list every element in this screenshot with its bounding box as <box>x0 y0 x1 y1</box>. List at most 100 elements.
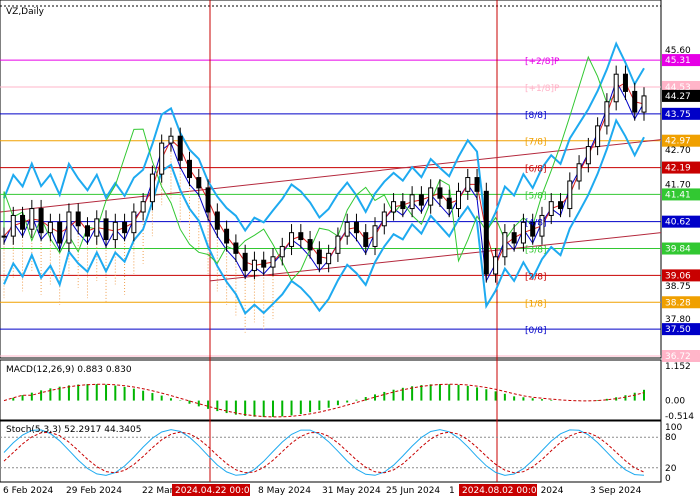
stoch-tick-label: 20 <box>665 464 677 474</box>
candle-body <box>242 252 248 272</box>
candle-body <box>400 201 406 210</box>
price-tick-label: 45.60 <box>665 46 691 56</box>
candle-body <box>94 218 100 237</box>
candle-body <box>112 221 118 241</box>
level-tag-text: 39.84 <box>665 245 691 255</box>
level-tag-text: 37.50 <box>665 325 691 335</box>
level-tag-text: 38.28 <box>665 298 691 308</box>
candle-body <box>604 101 610 127</box>
candle-body <box>446 197 452 210</box>
candle-body <box>205 187 211 213</box>
stoch-tick-label: 0 <box>665 474 671 484</box>
candle-body <box>261 259 267 268</box>
candle-body <box>558 201 564 210</box>
candle-body <box>493 256 499 275</box>
candle-body <box>437 187 443 199</box>
candle-body <box>335 235 341 254</box>
candle-body <box>270 256 276 268</box>
candle-body <box>548 201 554 216</box>
candle-body <box>149 173 155 203</box>
candle-body <box>214 211 220 230</box>
level-tag-text: 40.62 <box>665 218 691 228</box>
candle-body <box>57 221 63 244</box>
candle-body <box>38 208 44 234</box>
candle-body <box>474 177 480 192</box>
candle-body <box>622 73 628 92</box>
x-tick-label: 1 <box>449 486 455 496</box>
level-tag-text: 41.41 <box>665 190 691 200</box>
chart-canvas: [+2/8]P [+1/8]P [8/8] [7/8] [6/8] [5/8] [4/8] [… <box>0 0 700 496</box>
murray-label: [+2/8]P <box>525 57 560 67</box>
macd-tick-label: -0.514 <box>665 412 694 422</box>
murray-label: [2/8] <box>525 272 547 282</box>
level-tag-text: 45.31 <box>665 56 691 66</box>
price-tick-label: 38.75 <box>665 282 691 292</box>
candle-body <box>585 146 591 165</box>
murray-label: [5/8] <box>525 191 547 201</box>
x-tick-label: 6 Feb 2024 <box>3 486 54 496</box>
level-tag-text: 39.06 <box>665 271 691 281</box>
stoch-tick-label: 100 <box>665 423 682 433</box>
macd-label: MACD(12,26,9) 0.883 0.830 <box>6 365 132 375</box>
candle-body <box>103 218 109 241</box>
marker-date-text: 2024.08.02 00:00 <box>462 486 543 496</box>
candle-body <box>641 95 647 113</box>
murray-label: [3/8] <box>525 246 547 256</box>
candle-body <box>177 135 183 161</box>
candle-body <box>298 232 304 241</box>
candle-body <box>47 221 53 234</box>
candle-body <box>279 245 285 258</box>
candle-body <box>251 259 257 272</box>
candle-body <box>595 125 601 148</box>
level-tag-text: 44.27 <box>665 92 691 102</box>
candle-body <box>20 214 26 230</box>
level-tag-text: 42.19 <box>665 164 691 174</box>
murray-label: [+1/8]P <box>525 84 560 94</box>
chart-root: [+2/8]P [+1/8]P [8/8] [7/8] [6/8] [5/8] [4/8] [… <box>0 0 700 500</box>
candle-body <box>233 242 239 254</box>
candle-body <box>483 190 489 275</box>
x-tick-label: 8 May 2024 <box>258 486 311 496</box>
price-tick-label: 41.70 <box>665 180 691 190</box>
candle-body <box>289 232 295 247</box>
candle-body <box>187 159 193 179</box>
macd-tick-label: 1.152 <box>665 362 691 372</box>
candle-body <box>363 232 369 247</box>
x-tick-label: 3 Sep 2024 <box>590 486 642 496</box>
candle-body <box>391 201 397 213</box>
murray-label: [1/8] <box>525 299 547 309</box>
x-tick-label: 31 May 2024 <box>322 486 381 496</box>
price-tick-label: 42.70 <box>665 146 691 156</box>
murray-label: [4/8] <box>525 219 547 229</box>
candle-body <box>465 177 471 192</box>
x-tick-label: 25 Jun 2024 <box>386 486 440 496</box>
candle-body <box>353 221 359 234</box>
level-tag-text: 43.75 <box>665 110 691 120</box>
candle-body <box>159 142 165 175</box>
murray-label: [6/8] <box>525 165 547 175</box>
candle-body <box>613 73 619 103</box>
symbol-label: VZ,Daily <box>6 7 45 17</box>
candle-body <box>502 232 508 258</box>
x-tick-label: 29 Feb 2024 <box>66 486 122 496</box>
candle-body <box>418 194 424 206</box>
candle-body <box>66 211 72 244</box>
candle-body <box>372 225 378 247</box>
candle-body <box>75 211 81 227</box>
candle-body <box>122 221 128 234</box>
candle-body <box>326 252 332 265</box>
candle-body <box>316 249 322 265</box>
candle-body <box>131 211 137 234</box>
candle-body <box>381 211 387 227</box>
murray-label: [0/8] <box>525 326 547 336</box>
murray-label: [8/8] <box>525 111 547 121</box>
candle-body <box>29 208 35 230</box>
level-tag-text: 46.88 <box>665 2 691 12</box>
candle-body <box>632 90 638 113</box>
candle-body <box>409 194 415 210</box>
candle-body <box>196 177 202 189</box>
candle-body <box>428 187 434 206</box>
candle-body <box>576 163 582 182</box>
marker-date-text: 2024.04.22 00:00 <box>175 486 256 496</box>
candle-body <box>567 180 573 210</box>
